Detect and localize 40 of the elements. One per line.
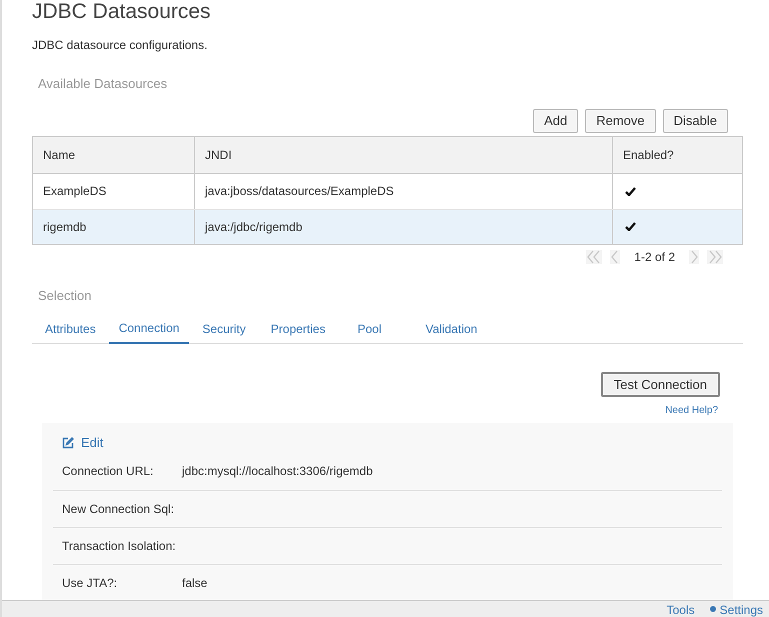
field-label: New Connection Sql: bbox=[61, 500, 176, 518]
toolbar-button[interactable]: Add bbox=[533, 108, 578, 132]
toolbar-button[interactable]: Disable bbox=[662, 108, 728, 132]
checkmark-icon bbox=[625, 222, 636, 231]
test-connection-button[interactable]: Test Connection bbox=[600, 372, 720, 397]
footer-link[interactable]: Tools bbox=[666, 604, 695, 616]
table-cell: java:/jdbc/rigemdb bbox=[194, 210, 612, 244]
table-cell-text: rigemdb bbox=[42, 218, 88, 236]
field-label: Connection URL: bbox=[61, 463, 154, 480]
table-row[interactable]: rigemdb java:/jdbc/rigemdb bbox=[33, 208, 742, 244]
checkmark-icon bbox=[625, 186, 636, 196]
tab[interactable]: Attributes bbox=[32, 319, 109, 343]
field-label: Use JTA?: bbox=[61, 574, 118, 592]
column-header: Name bbox=[42, 146, 76, 164]
section-heading: Selection bbox=[38, 286, 92, 304]
tab[interactable]: Properties bbox=[258, 319, 338, 343]
pager-text: 1-2 of 2 bbox=[634, 248, 675, 266]
table-cell-text: ExampleDS bbox=[42, 183, 108, 200]
tab[interactable]: Pool bbox=[337, 319, 402, 343]
edit-icon bbox=[62, 436, 74, 449]
page-description: JDBC datasource configurations. bbox=[32, 37, 208, 54]
table-row[interactable]: ExampleDS java:jboss/datasources/ExampleDS bbox=[33, 174, 742, 208]
page-title: JDBC Datasources bbox=[32, 0, 212, 22]
tab[interactable]: Connection bbox=[108, 319, 190, 344]
previous-page-icon[interactable] bbox=[610, 250, 620, 264]
footer-link[interactable]: Settings bbox=[708, 604, 763, 616]
help-link[interactable]: Need Help? bbox=[665, 403, 718, 418]
tab[interactable]: Security bbox=[189, 319, 259, 343]
first-page-icon[interactable] bbox=[586, 250, 602, 264]
next-page-icon[interactable] bbox=[689, 250, 699, 264]
section-heading: Available Datasources bbox=[38, 75, 168, 93]
column-header: Enabled? bbox=[612, 136, 742, 172]
last-page-icon[interactable] bbox=[707, 250, 723, 264]
field-value: false bbox=[182, 574, 208, 592]
tab[interactable]: Validation bbox=[402, 319, 502, 343]
column-header: JNDI bbox=[194, 136, 612, 172]
edit-link[interactable]: Edit bbox=[62, 433, 104, 452]
field-value: jdbc:mysql://localhost:3306/rigemdb bbox=[182, 463, 373, 480]
toolbar-button[interactable]: Remove bbox=[585, 108, 656, 132]
field-label: Transaction Isolation: bbox=[61, 538, 177, 554]
